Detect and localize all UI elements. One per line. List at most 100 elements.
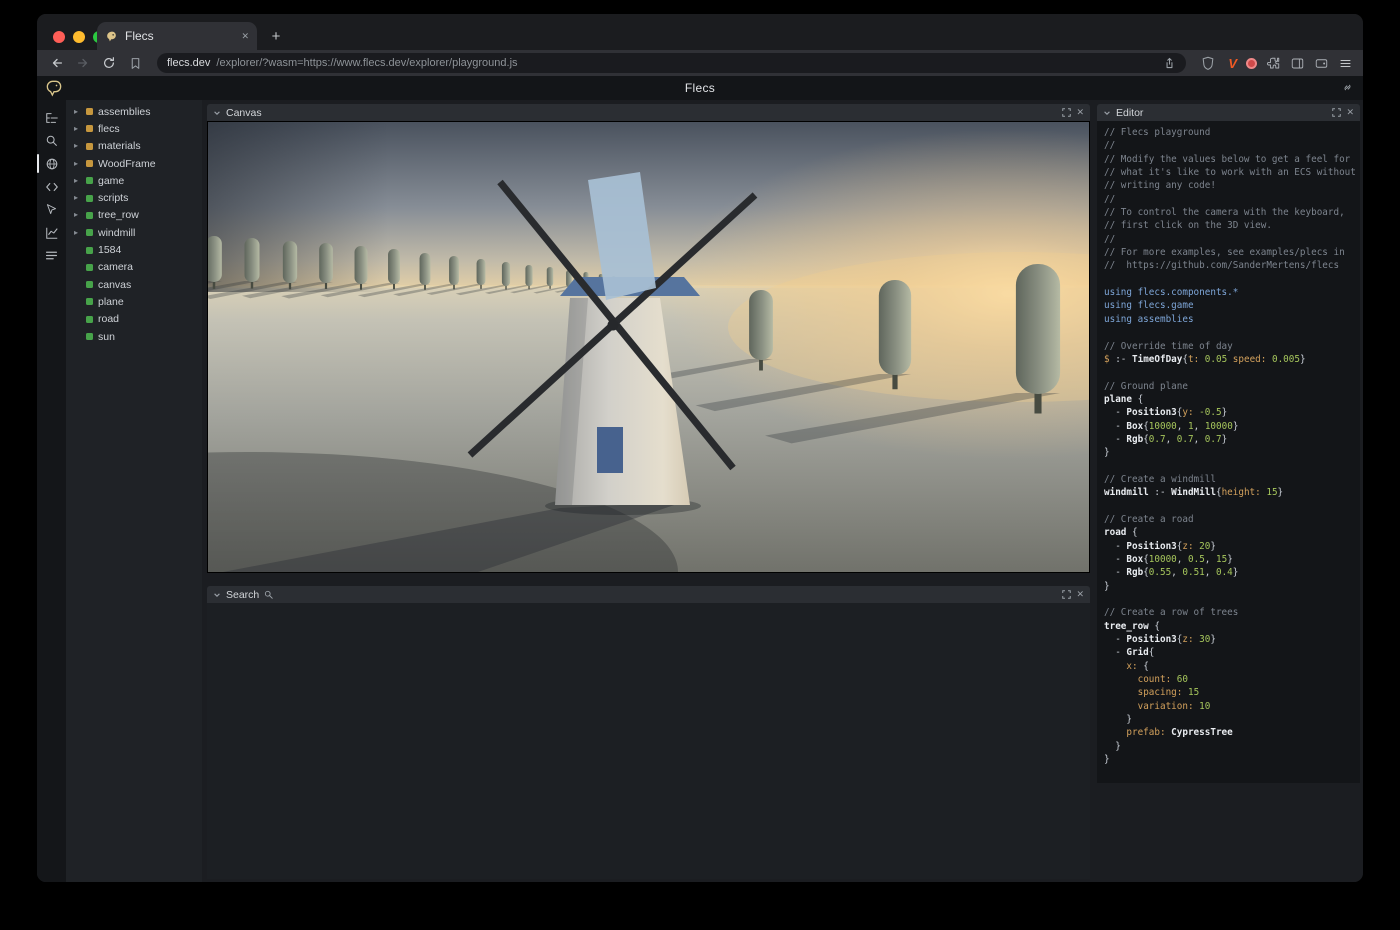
code-line[interactable]: plane { xyxy=(1104,394,1360,407)
code-line[interactable]: } xyxy=(1104,714,1360,727)
expand-arrow-icon[interactable]: ▸ xyxy=(74,108,81,116)
tree-item-road[interactable]: ▸road xyxy=(66,311,202,328)
wallet-icon[interactable] xyxy=(1314,56,1329,71)
browser-tab[interactable]: Flecs ✕ xyxy=(97,22,257,50)
new-tab-button[interactable]: + xyxy=(265,25,287,47)
tree-item-flecs[interactable]: ▸flecs xyxy=(66,120,202,137)
code-line[interactable]: // Create a row of trees xyxy=(1104,607,1360,620)
extension-red-icon[interactable] xyxy=(1246,58,1257,69)
tree-item-1584[interactable]: ▸1584 xyxy=(66,241,202,258)
share-link-icon[interactable] xyxy=(1341,81,1354,94)
back-button[interactable] xyxy=(47,53,67,73)
code-line[interactable]: } xyxy=(1104,581,1360,594)
code-line[interactable]: prefab: CypressTree xyxy=(1104,727,1360,740)
code-line[interactable]: tree_row { xyxy=(1104,621,1360,634)
fullscreen-icon[interactable] xyxy=(1332,108,1341,117)
code-line[interactable]: // To control the camera with the keyboa… xyxy=(1104,207,1360,220)
code-line[interactable] xyxy=(1104,461,1360,474)
tree-item-scripts[interactable]: ▸scripts xyxy=(66,189,202,206)
rail-world-icon[interactable] xyxy=(37,152,66,175)
code-line[interactable]: // For more examples, see examples/plecs… xyxy=(1104,247,1360,260)
code-editor[interactable]: // Flecs playground//// Modify the value… xyxy=(1097,121,1360,783)
chevron-down-icon[interactable] xyxy=(213,591,221,599)
code-line[interactable]: spacing: 15 xyxy=(1104,687,1360,700)
close-panel-icon[interactable]: ✕ xyxy=(1076,590,1084,599)
code-line[interactable] xyxy=(1104,367,1360,380)
tree-item-windmill[interactable]: ▸windmill xyxy=(66,224,202,241)
code-line[interactable]: // xyxy=(1104,140,1360,153)
chevron-down-icon[interactable] xyxy=(1103,109,1111,117)
code-line[interactable]: // Override time of day xyxy=(1104,341,1360,354)
code-line[interactable]: // Modify the values below to get a feel… xyxy=(1104,154,1360,167)
expand-arrow-icon[interactable]: ▸ xyxy=(74,177,81,185)
code-line[interactable]: // what it's like to work with an ECS wi… xyxy=(1104,167,1360,180)
expand-arrow-icon[interactable]: ▸ xyxy=(74,160,81,168)
address-bar[interactable]: flecs.dev/explorer/?wasm=https://www.fle… xyxy=(157,53,1186,73)
close-panel-icon[interactable]: ✕ xyxy=(1346,108,1354,117)
code-line[interactable]: // Create a windmill xyxy=(1104,474,1360,487)
fullscreen-icon[interactable] xyxy=(1062,108,1071,117)
bookmark-sidebar-icon[interactable] xyxy=(125,53,145,73)
code-line[interactable] xyxy=(1104,594,1360,607)
tab-close-icon[interactable]: ✕ xyxy=(241,31,249,42)
expand-arrow-icon[interactable]: ▸ xyxy=(74,229,81,237)
rail-code-icon[interactable] xyxy=(37,175,66,198)
code-line[interactable]: variation: 10 xyxy=(1104,701,1360,714)
code-line[interactable]: using flecs.components.* xyxy=(1104,287,1360,300)
code-line[interactable]: } xyxy=(1104,754,1360,767)
rail-search-icon[interactable] xyxy=(37,129,66,152)
canvas-3d-view[interactable] xyxy=(207,121,1090,573)
tree-item-camera[interactable]: ▸camera xyxy=(66,259,202,276)
code-line[interactable] xyxy=(1104,274,1360,287)
expand-arrow-icon[interactable]: ▸ xyxy=(74,125,81,133)
rail-chart-icon[interactable] xyxy=(37,221,66,244)
code-line[interactable]: // Create a road xyxy=(1104,514,1360,527)
tree-item-plane[interactable]: ▸plane xyxy=(66,293,202,310)
code-line[interactable]: - Position3{z: 20} xyxy=(1104,541,1360,554)
code-line[interactable]: x: { xyxy=(1104,661,1360,674)
code-line[interactable]: - Box{10000, 1, 10000} xyxy=(1104,421,1360,434)
code-line[interactable]: windmill :- WindMill{height: 15} xyxy=(1104,487,1360,500)
share-icon[interactable] xyxy=(1163,57,1176,70)
rail-entity-tree-icon[interactable] xyxy=(37,106,66,129)
expand-arrow-icon[interactable]: ▸ xyxy=(74,211,81,219)
tree-item-sun[interactable]: ▸sun xyxy=(66,328,202,345)
forward-button[interactable] xyxy=(73,53,93,73)
tree-item-game[interactable]: ▸game xyxy=(66,172,202,189)
code-line[interactable]: } xyxy=(1104,447,1360,460)
code-line[interactable] xyxy=(1104,327,1360,340)
code-line[interactable]: - Rgb{0.55, 0.51, 0.4} xyxy=(1104,567,1360,580)
side-panel-icon[interactable] xyxy=(1290,56,1305,71)
rail-stats-icon[interactable] xyxy=(37,244,66,267)
rail-inspector-icon[interactable] xyxy=(37,198,66,221)
reload-button[interactable] xyxy=(99,53,119,73)
tree-item-materials[interactable]: ▸materials xyxy=(66,138,202,155)
code-line[interactable]: - Grid{ xyxy=(1104,647,1360,660)
search-results-area[interactable] xyxy=(207,603,1090,879)
tree-item-WoodFrame[interactable]: ▸WoodFrame xyxy=(66,155,202,172)
code-line[interactable]: - Rgb{0.7, 0.7, 0.7} xyxy=(1104,434,1360,447)
tree-item-canvas[interactable]: ▸canvas xyxy=(66,276,202,293)
code-line[interactable]: } xyxy=(1104,741,1360,754)
search-panel-header[interactable]: Search ✕ xyxy=(207,586,1090,603)
code-line[interactable]: $ :- TimeOfDay{t: 0.05 speed: 0.005} xyxy=(1104,354,1360,367)
code-line[interactable] xyxy=(1104,501,1360,514)
code-line[interactable]: - Box{10000, 0.5, 15} xyxy=(1104,554,1360,567)
minimize-window-button[interactable] xyxy=(73,31,85,43)
tree-item-tree_row[interactable]: ▸tree_row xyxy=(66,207,202,224)
code-line[interactable]: // https://github.com/SanderMertens/flec… xyxy=(1104,260,1360,273)
code-line[interactable]: using assemblies xyxy=(1104,314,1360,327)
editor-panel-header[interactable]: Editor ✕ xyxy=(1097,104,1360,121)
canvas-panel-header[interactable]: Canvas ✕ xyxy=(207,104,1090,121)
code-line[interactable]: road { xyxy=(1104,527,1360,540)
expand-arrow-icon[interactable]: ▸ xyxy=(74,194,81,202)
expand-arrow-icon[interactable]: ▸ xyxy=(74,142,81,150)
code-line[interactable]: // writing any code! xyxy=(1104,180,1360,193)
code-line[interactable]: - Position3{y: -0.5} xyxy=(1104,407,1360,420)
chevron-down-icon[interactable] xyxy=(213,109,221,117)
code-line[interactable]: // Flecs playground xyxy=(1104,127,1360,140)
code-line[interactable]: // xyxy=(1104,194,1360,207)
fullscreen-icon[interactable] xyxy=(1062,590,1071,599)
code-line[interactable]: count: 60 xyxy=(1104,674,1360,687)
extension-v-icon[interactable]: V xyxy=(1228,56,1237,71)
